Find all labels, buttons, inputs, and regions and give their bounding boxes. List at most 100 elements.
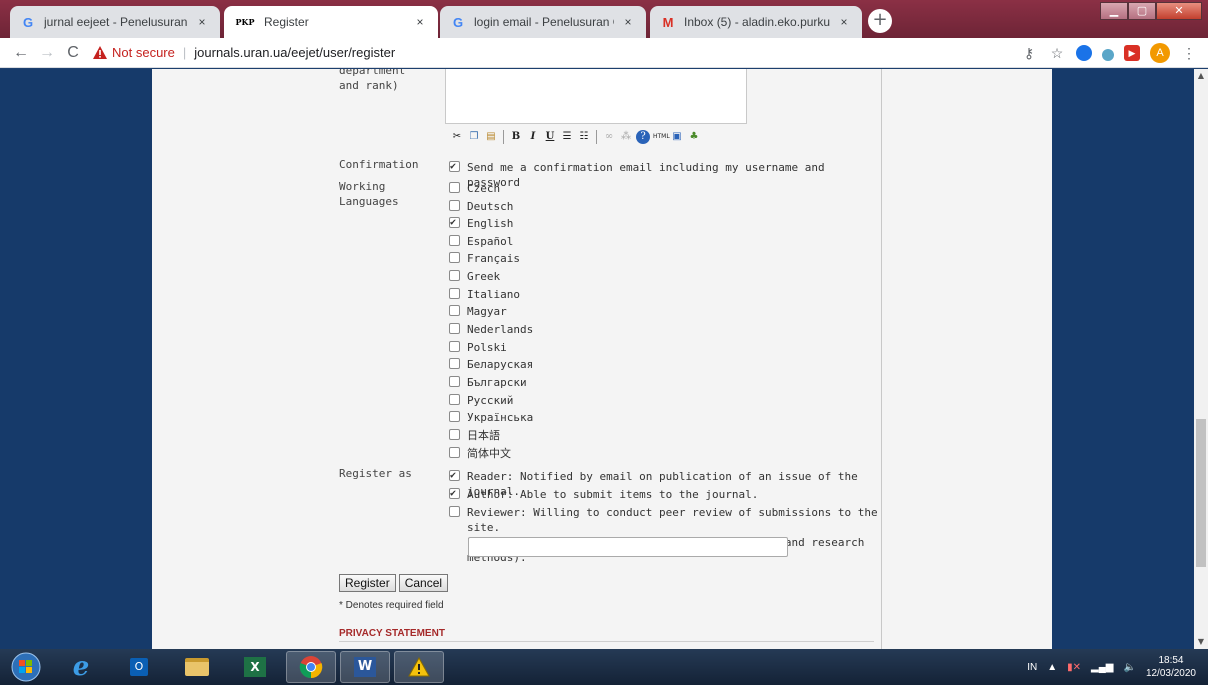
language-name: English: [467, 217, 514, 230]
language-checkbox[interactable]: [449, 252, 460, 263]
italic-icon[interactable]: I: [526, 130, 540, 144]
cancel-button[interactable]: Cancel: [398, 574, 449, 592]
excel-icon[interactable]: X: [230, 651, 280, 683]
security-label[interactable]: Not secure: [112, 45, 175, 60]
language-checkbox[interactable]: [449, 305, 460, 316]
internet-explorer-icon[interactable]: e: [56, 651, 106, 683]
language-name: Polski: [467, 341, 507, 354]
tab-gmail-inbox[interactable]: M Inbox (5) - aladin.eko.purkuncoro ×: [650, 6, 862, 38]
scroll-up-icon[interactable]: ▲: [1194, 69, 1208, 83]
help-icon[interactable]: ?: [636, 130, 650, 144]
tab-login-email-search[interactable]: G login email - Penelusuran Google ×: [440, 6, 646, 38]
fullscreen-icon[interactable]: ▣: [670, 130, 684, 144]
network-icon[interactable]: ▮✕: [1067, 662, 1081, 673]
scroll-thumb[interactable]: [1196, 419, 1206, 567]
close-window-icon[interactable]: ✕: [1156, 2, 1202, 20]
link-icon[interactable]: ∞: [602, 130, 616, 144]
image-icon[interactable]: ♣: [687, 130, 701, 144]
start-button[interactable]: [2, 651, 50, 683]
forward-icon[interactable]: →: [34, 44, 60, 62]
reviewer-checkbox[interactable]: [449, 506, 460, 517]
language-name: Беларуская: [467, 358, 534, 371]
language-option: Русский: [449, 393, 513, 408]
role-text: Author: Able to submit items to the jour…: [467, 488, 759, 501]
word-icon[interactable]: W: [340, 651, 390, 683]
extension-teal-icon[interactable]: [1102, 48, 1114, 61]
warning-app-icon[interactable]: [394, 651, 444, 683]
language-checkbox[interactable]: [449, 270, 460, 281]
input-language[interactable]: IN: [1027, 662, 1037, 673]
close-tab-icon[interactable]: ×: [836, 14, 852, 30]
menu-icon[interactable]: ⋮: [1180, 44, 1198, 62]
confirmation-checkbox[interactable]: [449, 159, 460, 174]
language-checkbox[interactable]: [449, 358, 460, 369]
close-tab-icon[interactable]: ×: [194, 14, 210, 30]
clock[interactable]: 18:54 12/03/2020: [1146, 654, 1196, 680]
url-text[interactable]: journals.uran.ua/eejet/user/register: [194, 45, 395, 60]
language-name: Magyar: [467, 305, 507, 318]
key-icon[interactable]: ⚷: [1020, 44, 1038, 62]
copy-icon[interactable]: ❐: [467, 130, 481, 144]
language-option: Nederlands: [449, 322, 533, 337]
language-checkbox[interactable]: [449, 341, 460, 352]
extension-blue-icon[interactable]: [1076, 45, 1092, 61]
file-explorer-icon[interactable]: [172, 651, 222, 683]
reviewing-interests-input[interactable]: [468, 537, 788, 557]
windows-logo-icon: [11, 652, 41, 682]
scroll-down-icon[interactable]: ▼: [1194, 635, 1208, 649]
outlook-icon[interactable]: O: [114, 651, 164, 683]
confirmation-option: Send me a confirmation email including m…: [449, 159, 881, 190]
language-checkbox[interactable]: [449, 288, 460, 299]
maximize-icon[interactable]: ▢: [1128, 2, 1156, 20]
close-tab-icon[interactable]: ×: [412, 14, 428, 30]
language-checkbox[interactable]: [449, 411, 460, 422]
author-checkbox[interactable]: [449, 486, 460, 501]
bullet-list-icon[interactable]: ☰: [560, 130, 574, 144]
minimize-icon[interactable]: ▁: [1100, 2, 1128, 20]
reload-icon[interactable]: C: [60, 44, 86, 62]
language-checkbox[interactable]: [449, 376, 460, 387]
tab-title: Register: [264, 15, 309, 29]
underline-icon[interactable]: U: [543, 130, 557, 144]
paste-icon[interactable]: ▤: [484, 130, 498, 144]
close-tab-icon[interactable]: ×: [620, 14, 636, 30]
numbered-list-icon[interactable]: ☷: [577, 130, 591, 144]
language-name: Deutsch: [467, 200, 514, 213]
tab-title: login email - Penelusuran Google: [474, 15, 614, 29]
address-bar[interactable]: Not secure | journals.uran.ua/eejet/user…: [92, 40, 992, 66]
new-tab-button[interactable]: +: [868, 9, 892, 33]
signal-icon[interactable]: ▂▄▆: [1091, 662, 1113, 673]
page-scrollbar[interactable]: ▲ ▼: [1194, 69, 1208, 649]
back-icon[interactable]: ←: [8, 44, 34, 62]
language-checkbox[interactable]: [449, 215, 460, 230]
language-checkbox[interactable]: [449, 200, 460, 211]
language-option: Czech: [449, 181, 500, 196]
html-icon[interactable]: HTML: [653, 130, 670, 144]
language-checkbox[interactable]: [449, 447, 460, 458]
profile-avatar[interactable]: A: [1150, 43, 1170, 63]
tab-register[interactable]: PKP Register ×: [224, 6, 438, 38]
extension-red-icon[interactable]: ▶: [1124, 45, 1140, 61]
unlink-icon[interactable]: ⁂: [619, 130, 633, 144]
language-option: 日本語: [449, 428, 500, 443]
chrome-taskbar-icon[interactable]: [286, 651, 336, 683]
reader-checkbox[interactable]: [449, 468, 460, 483]
affiliation-textarea[interactable]: [445, 69, 747, 124]
register-form: department and rank) ✂ ❐ ▤ B I U ☰ ☷ ∞ ⁂…: [152, 69, 882, 649]
language-name: Русский: [467, 394, 514, 407]
bold-icon[interactable]: B: [509, 130, 523, 144]
cut-icon[interactable]: ✂: [450, 130, 464, 144]
volume-icon[interactable]: 🔈: [1123, 662, 1135, 673]
star-icon[interactable]: ☆: [1048, 44, 1066, 62]
language-checkbox[interactable]: [449, 235, 460, 246]
language-checkbox[interactable]: [449, 429, 460, 440]
register-button[interactable]: Register: [339, 574, 396, 592]
language-name: Français: [467, 252, 520, 265]
show-hidden-icons[interactable]: ▲: [1047, 662, 1057, 673]
language-name: Greek: [467, 270, 501, 283]
language-checkbox[interactable]: [449, 182, 460, 193]
language-name: 日本語: [467, 429, 500, 442]
language-checkbox[interactable]: [449, 323, 460, 334]
language-checkbox[interactable]: [449, 394, 460, 405]
tab-jurnal-search[interactable]: G jurnal eejeet - Penelusuran Goog ×: [10, 6, 220, 38]
